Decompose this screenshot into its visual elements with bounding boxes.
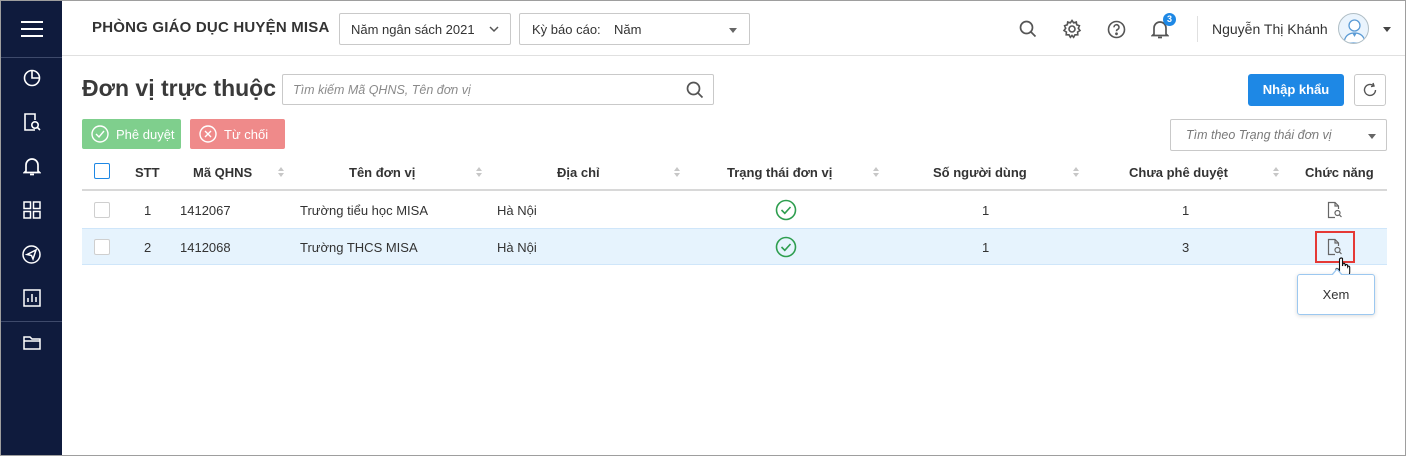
sort-icon[interactable] [674, 166, 680, 178]
column-header-status[interactable]: Trạng thái đơn vị [727, 165, 832, 180]
column-header-users[interactable]: Số người dùng [933, 165, 1027, 180]
send-icon[interactable] [1, 234, 62, 274]
row-checkbox[interactable] [94, 239, 110, 255]
header-divider [1197, 16, 1198, 42]
column-header-address[interactable]: Địa chỉ [557, 165, 600, 180]
notification-badge: 3 [1163, 13, 1176, 26]
cell-stt: 1 [144, 203, 152, 218]
budget-year-value: Năm ngân sách 2021 [351, 22, 475, 37]
folder-icon[interactable] [1, 323, 62, 363]
status-active-icon [775, 236, 797, 258]
report-period-select[interactable]: Kỳ báo cáo: Năm [519, 13, 750, 45]
search-input[interactable] [293, 81, 673, 99]
user-menu-arrow-icon[interactable] [1383, 27, 1391, 32]
table-row-selected[interactable]: 2 1412068 Trường THCS MISA Hà Nội 1 3 [82, 228, 1387, 265]
report-icon[interactable] [1, 278, 62, 318]
budget-year-select[interactable]: Năm ngân sách 2021 [339, 13, 511, 45]
document-search-icon[interactable] [1, 102, 62, 142]
app-window: PHÒNG GIÁO DỤC HUYỆN MISA Năm ngân sách … [0, 0, 1406, 456]
sort-icon[interactable] [873, 166, 879, 178]
reject-button[interactable]: Từ chối [190, 119, 285, 149]
report-period-value: Năm [614, 22, 642, 37]
import-button[interactable]: Nhập khẩu [1248, 74, 1344, 106]
status-filter-placeholder: Tìm theo Trạng thái đơn vị [1186, 128, 1332, 142]
user-name[interactable]: Nguyễn Thị Khánh [1212, 21, 1328, 37]
search-box[interactable] [282, 74, 714, 105]
status-filter-select[interactable]: Tìm theo Trạng thái đơn vị [1170, 119, 1387, 151]
view-document-icon[interactable] [1327, 201, 1343, 219]
avatar[interactable] [1338, 13, 1369, 44]
sort-icon[interactable] [1273, 166, 1279, 178]
cell-users: 1 [982, 240, 990, 255]
view-document-icon[interactable] [1327, 238, 1343, 256]
notification-bell-icon[interactable]: 3 [1148, 13, 1176, 41]
table-row[interactable]: 1 1412067 Trường tiểu học MISA Hà Nội 1 … [82, 192, 1387, 229]
search-icon[interactable] [1016, 17, 1040, 41]
check-circle-icon [91, 125, 109, 143]
column-header-actions: Chức năng [1305, 165, 1374, 180]
cell-pending: 1 [1182, 203, 1190, 218]
cell-address: Hà Nội [497, 240, 537, 255]
cell-code: 1412067 [180, 203, 231, 218]
sort-icon[interactable] [278, 166, 284, 178]
sidebar-divider [1, 321, 62, 322]
chevron-down-icon [489, 26, 499, 33]
cell-users: 1 [982, 203, 990, 218]
organization-name: PHÒNG GIÁO DỤC HUYỆN MISA [92, 19, 330, 36]
grid-icon[interactable] [1, 190, 62, 230]
refresh-button[interactable] [1354, 74, 1386, 106]
column-header-pending[interactable]: Chưa phê duyệt [1129, 165, 1228, 180]
column-header-name[interactable]: Tên đơn vị [349, 165, 415, 180]
approve-button[interactable]: Phê duyệt [82, 119, 181, 149]
status-active-icon [775, 199, 797, 221]
column-header-stt[interactable]: STT [135, 165, 160, 180]
sidebar [1, 1, 62, 455]
page-title: Đơn vị trực thuộc [82, 75, 277, 101]
cell-pending: 3 [1182, 240, 1190, 255]
table-header: STT Mã QHNS Tên đơn vị Địa chỉ Trạng thá… [82, 155, 1387, 191]
cell-code: 1412068 [180, 240, 231, 255]
close-circle-icon [199, 125, 217, 143]
menu-icon[interactable] [1, 7, 62, 51]
dropdown-arrow-icon [729, 28, 737, 33]
row-checkbox[interactable] [94, 202, 110, 218]
sort-icon[interactable] [476, 166, 482, 178]
cell-name: Trường tiểu học MISA [300, 203, 429, 218]
cell-address: Hà Nội [497, 203, 537, 218]
report-period-label: Kỳ báo cáo: [532, 22, 601, 37]
dropdown-arrow-icon [1368, 134, 1376, 139]
search-icon[interactable] [686, 81, 704, 99]
dashboard-icon[interactable] [1, 58, 62, 98]
refresh-icon [1363, 82, 1377, 97]
reject-label: Từ chối [224, 126, 269, 142]
cell-name: Trường THCS MISA [300, 240, 418, 255]
help-icon[interactable] [1104, 17, 1128, 41]
select-all-checkbox[interactable] [94, 163, 110, 179]
cell-stt: 2 [144, 240, 152, 255]
approve-label: Phê duyệt [116, 126, 175, 142]
column-header-code[interactable]: Mã QHNS [193, 165, 252, 180]
bell-icon[interactable] [1, 146, 62, 186]
gear-icon[interactable] [1060, 17, 1084, 41]
top-header: PHÒNG GIÁO DỤC HUYỆN MISA Năm ngân sách … [62, 1, 1405, 56]
tooltip-view: Xem [1297, 268, 1375, 315]
sort-icon[interactable] [1073, 166, 1079, 178]
